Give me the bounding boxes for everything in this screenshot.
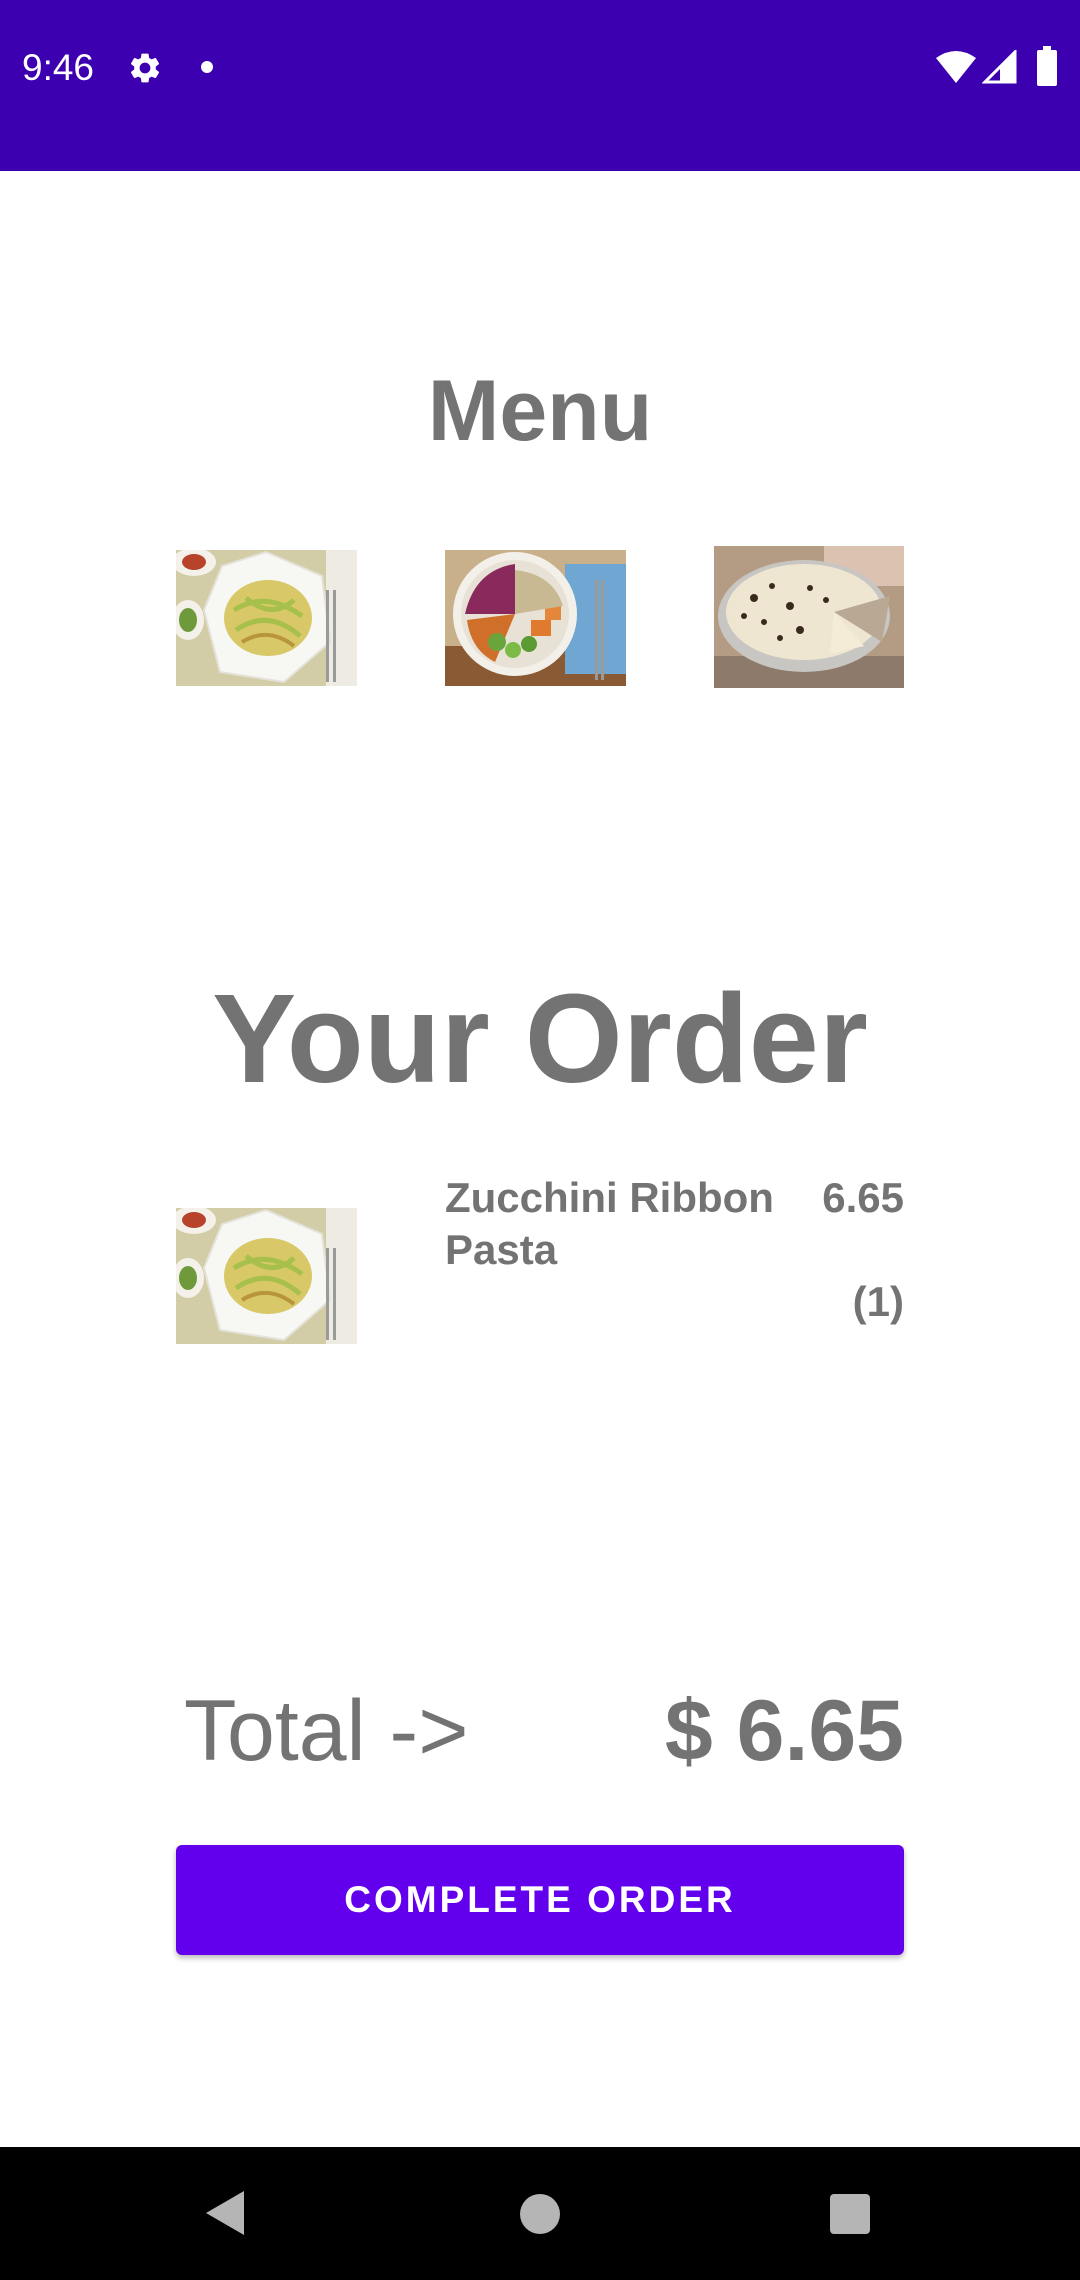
total-value: $ 6.65 [664, 1683, 904, 1779]
battery-icon [1037, 46, 1057, 86]
status-time: 9:46 [22, 47, 95, 88]
order-item-name: Zucchini Ribbon Pasta [445, 1174, 774, 1273]
menu-item-pie-image[interactable] [714, 546, 904, 688]
recents-square-icon[interactable] [829, 2193, 871, 2235]
order-title: Your Order [212, 968, 868, 1109]
complete-order-button[interactable]: COMPLETE ORDER [176, 1845, 904, 1955]
navigation-bar [0, 2147, 1080, 2280]
order-item-image [176, 1208, 357, 1344]
menu-item-pasta-image[interactable] [176, 550, 357, 686]
home-circle-icon[interactable] [519, 2193, 561, 2235]
total-label: Total -> [184, 1683, 469, 1779]
order-item-price: 6.65 [822, 1174, 904, 1221]
notification-dot-icon [201, 61, 213, 73]
order-item-quantity: (1) [852, 1278, 904, 1325]
settings-gear-icon [130, 53, 160, 83]
menu-item-salad-image[interactable] [445, 550, 626, 686]
back-triangle-icon[interactable] [204, 2189, 246, 2237]
wifi-icon [936, 51, 976, 83]
menu-title: Menu [427, 363, 653, 459]
status-bar: 9:46 [0, 0, 1080, 171]
cellular-signal-icon [982, 50, 1017, 84]
